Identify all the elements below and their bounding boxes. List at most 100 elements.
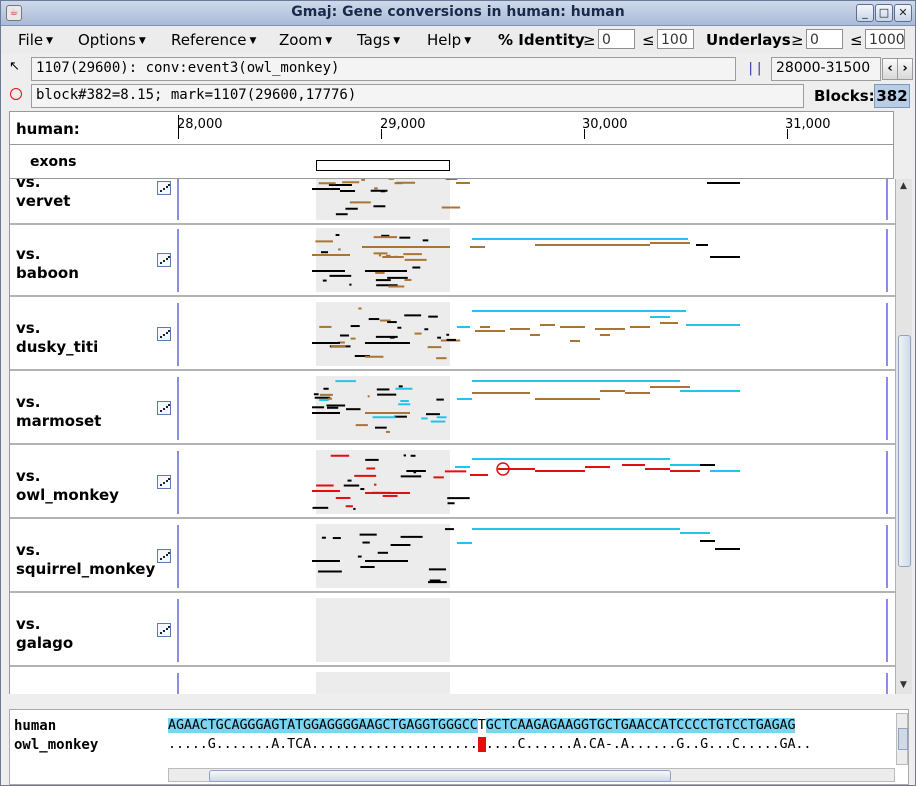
maximize-icon[interactable]: □	[875, 4, 893, 22]
gmaj-window: ☕ Gmaj: Gene conversions in human: human…	[0, 0, 916, 786]
exons-track: exons	[9, 145, 894, 179]
dotplot-button-icon[interactable]	[157, 623, 171, 637]
seq-horizontal-scrollbar[interactable]	[168, 768, 895, 782]
cmp-sequence-left: .....G.......A.TCA.....................	[168, 737, 478, 752]
menu-options[interactable]: Options ▼	[78, 31, 146, 49]
cmp-sequence-mark	[477, 737, 486, 752]
scroll-thumb[interactable]	[898, 335, 911, 567]
cmp-sequence[interactable]: .....G.......A.TCA..................... …	[168, 737, 811, 752]
track-label-prefix: vs.	[16, 179, 41, 191]
track-label-owl_monkey: owl_monkey	[16, 486, 119, 504]
ruler-tick-label: 30,000	[582, 117, 628, 132]
dotplot-button-icon[interactable]	[157, 181, 171, 195]
dotplot-button-icon[interactable]	[157, 549, 171, 563]
exon-box[interactable]	[316, 160, 450, 171]
track-label-galago: galago	[16, 634, 74, 652]
track-label-marmoset: marmoset	[16, 412, 102, 430]
track-label-squirrel_monkey: squirrel_monkey	[16, 560, 156, 578]
menu-help-label: Help	[427, 31, 462, 49]
chevron-down-icon: ▼	[138, 36, 146, 46]
ref-sequence-right: GCTCAAGAGAAGGTGCTGAACCATCCCCTGTCCTGAGAG	[485, 718, 796, 733]
cmp-seq-name: owl_monkey	[14, 737, 99, 753]
coordinate-ruler: human: 28,000 29,000 30,000 31,000	[9, 111, 894, 145]
menu-reference-label: Reference	[171, 31, 247, 49]
exon-shade	[316, 672, 450, 694]
chevron-down-icon: ▼	[464, 36, 472, 46]
reference-label: human:	[16, 120, 80, 138]
cmp-sequence-right: ....C......A.CA-.A......G..G...C.....GA.…	[485, 737, 812, 752]
pip-tracks: vs. vervet vs. baboon vs. dusky_titi vs. marmos…	[9, 179, 896, 694]
title-bar: ☕ Gmaj: Gene conversions in human: human…	[1, 1, 915, 26]
ref-seq-name: human	[14, 718, 57, 734]
track-label-dusky_titi: dusky_titi	[16, 338, 99, 356]
track-label-prefix: vs.	[16, 245, 41, 263]
underlays-label: Underlays	[706, 31, 791, 49]
scroll-thumb[interactable]	[209, 770, 671, 782]
pointer-icon: ↖	[9, 59, 20, 74]
track-label-prefix: vs.	[16, 319, 41, 337]
block-readout: block#382=8.15; mark=1107(29600,17776)	[31, 84, 804, 108]
identity-ge-symbol: ≥	[583, 31, 596, 49]
exon-shade	[316, 524, 450, 588]
underlays-ge-symbol: ≥	[791, 31, 804, 49]
tracks-vertical-scrollbar[interactable]: ▲ ▼	[895, 179, 912, 694]
scroll-right-button[interactable]: ›	[897, 58, 913, 80]
chevron-down-icon: ▼	[46, 36, 54, 46]
menu-zoom-label: Zoom	[279, 31, 323, 49]
scroll-down-icon[interactable]: ▼	[897, 679, 910, 692]
identity-le-symbol: ≤	[642, 31, 655, 49]
seq-vertical-scrollbar[interactable]	[896, 713, 908, 765]
track-label-baboon: baboon	[16, 264, 79, 282]
menu-options-label: Options	[78, 31, 136, 49]
menu-reference[interactable]: Reference ▼	[171, 31, 256, 49]
chevron-down-icon: ▼	[393, 36, 401, 46]
identity-label: % Identity	[498, 31, 585, 49]
scroll-thumb[interactable]	[898, 728, 908, 750]
exon-shade	[316, 450, 450, 514]
blocks-count: 382	[874, 84, 910, 108]
menu-help[interactable]: Help ▼	[427, 31, 471, 49]
mark-circle-icon	[10, 88, 22, 100]
track-label-prefix: vs.	[16, 467, 41, 485]
minimize-icon[interactable]: _	[856, 4, 874, 22]
chevron-down-icon: ▼	[325, 36, 333, 46]
track-label-vervet: vervet	[16, 192, 71, 210]
close-icon[interactable]: ✕	[894, 4, 912, 22]
track-label-prefix: vs.	[16, 393, 41, 411]
ruler-tick-label: 28,000	[177, 117, 223, 132]
position-readout: 1107(29600): conv:event3(owl_monkey)	[31, 57, 736, 81]
pip-plots[interactable]	[10, 179, 895, 694]
menu-file[interactable]: File ▼	[18, 31, 53, 49]
ref-sequence-mark: T	[477, 718, 486, 733]
dotplot-button-icon[interactable]	[157, 475, 171, 489]
range-readout: 28000-31500	[771, 57, 881, 81]
underlays-le-symbol: ≤	[850, 31, 863, 49]
exon-shade	[316, 598, 450, 662]
menu-file-label: File	[18, 31, 44, 49]
menu-tags[interactable]: Tags ▼	[357, 31, 400, 49]
ruler-tick-label: 31,000	[785, 117, 831, 132]
dotplot-button-icon[interactable]	[157, 327, 171, 341]
dotplot-button-icon[interactable]	[157, 253, 171, 267]
track-label-prefix: vs.	[16, 615, 41, 633]
menu-tags-label: Tags	[357, 31, 391, 49]
ref-sequence-left: AGAACTGCAGGGAGTATGGAGGGGAAGCTGAGGTGGGCC	[168, 718, 478, 733]
chevron-down-icon: ▼	[249, 36, 257, 46]
underlays-min-input[interactable]: 0	[806, 29, 843, 49]
underlays-max-input[interactable]: 1000	[865, 29, 905, 49]
dotplot-button-icon[interactable]	[157, 401, 171, 415]
identity-min-input[interactable]: 0	[598, 29, 635, 49]
blocks-label: Blocks:	[814, 87, 875, 105]
track-label-prefix: vs.	[16, 541, 41, 559]
menu-zoom[interactable]: Zoom ▼	[279, 31, 332, 49]
ref-sequence[interactable]: AGAACTGCAGGGAGTATGGAGGGGAAGCTGAGGTGGGCCT…	[168, 718, 796, 733]
scroll-up-icon[interactable]: ▲	[897, 180, 910, 193]
identity-max-input[interactable]: 100	[657, 29, 694, 49]
ruler-tick-label: 29,000	[380, 117, 426, 132]
menu-bar: File ▼ Options ▼ Reference ▼ Zoom ▼ Tags ▼ He…	[1, 26, 915, 54]
window-title: Gmaj: Gene conversions in human: human	[291, 4, 625, 20]
exons-label: exons	[30, 154, 77, 170]
alignment-text-panel: human owl_monkey AGAACTGCAGGGAGTATGGAGGG…	[9, 709, 909, 785]
split-handle-icon[interactable]: | |	[747, 59, 763, 79]
scroll-left-button[interactable]: ‹	[882, 58, 898, 80]
